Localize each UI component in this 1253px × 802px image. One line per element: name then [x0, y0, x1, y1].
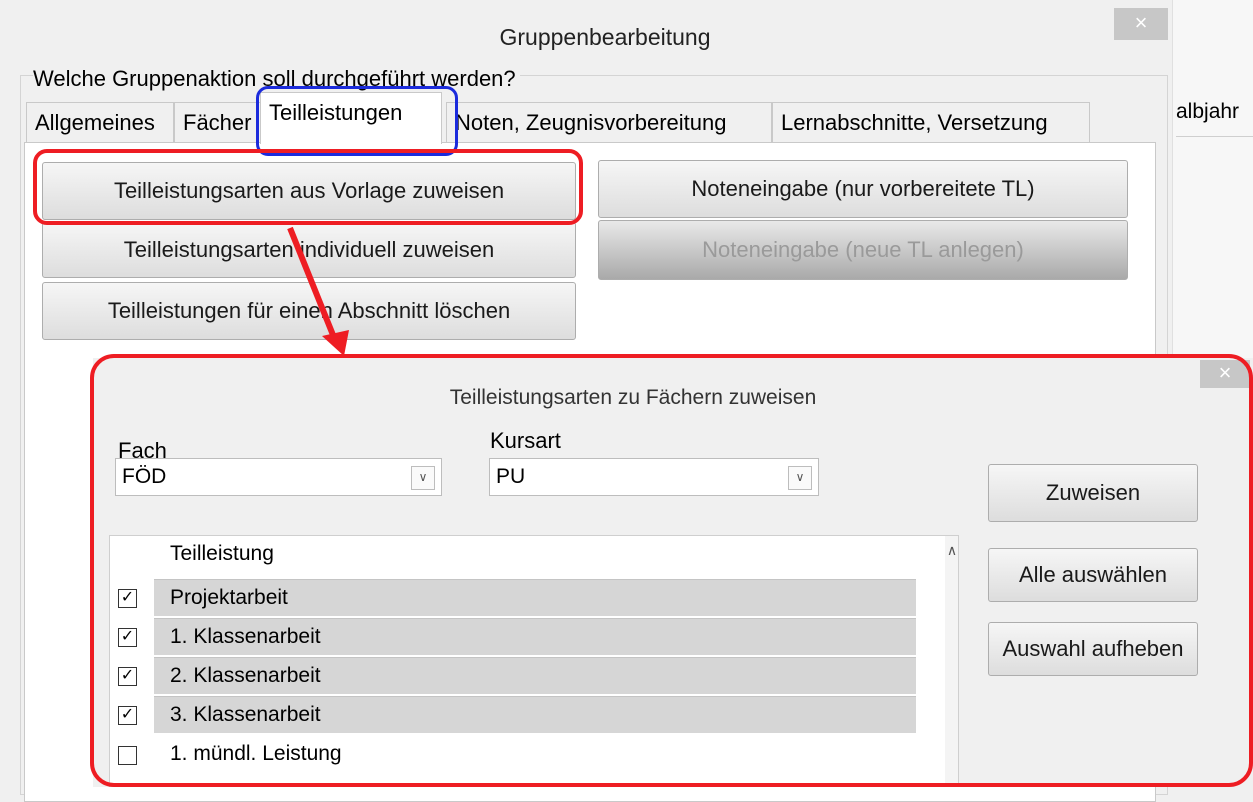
dialog-highlight-red — [90, 354, 1253, 787]
assign-types-dialog: Teilleistungsarten zu Fächern zuweisen ×… — [90, 354, 1253, 787]
